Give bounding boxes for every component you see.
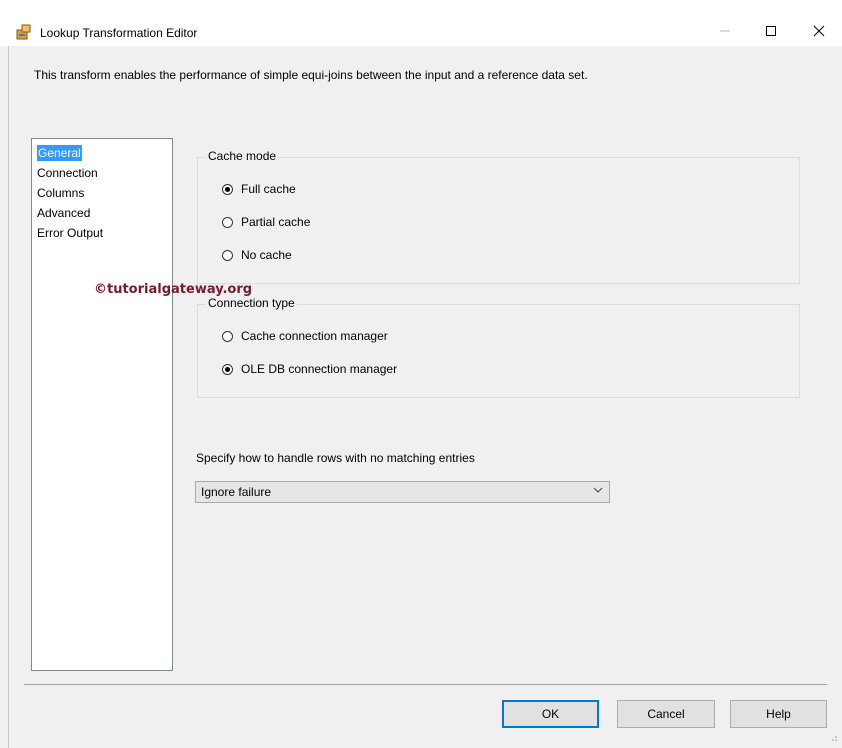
nav-item-error-output[interactable]: Error Output	[32, 223, 172, 243]
radio-button[interactable]	[222, 363, 233, 375]
radio-label: Cache connection manager	[241, 329, 388, 343]
no-match-label: Specify how to handle rows with no match…	[196, 451, 475, 465]
title-bar: Lookup Transformation Editor	[0, 0, 842, 46]
nav-item-label: General	[37, 145, 82, 161]
ok-button[interactable]: OK	[502, 700, 599, 728]
dropdown-value: Ignore failure	[201, 485, 272, 499]
description-text: This transform enables the performance o…	[34, 68, 588, 82]
radio-label: OLE DB connection manager	[241, 362, 398, 376]
nav-item-label: Advanced	[37, 206, 91, 220]
connection-type-label: Connection type	[206, 296, 297, 310]
radio-label: No cache	[241, 248, 292, 262]
close-icon	[813, 25, 825, 37]
connection-type-group: Connection type Cache connection manager…	[197, 296, 800, 398]
nav-item-columns[interactable]: Columns	[32, 183, 172, 203]
window-title: Lookup Transformation Editor	[40, 26, 198, 40]
radio-no-cache[interactable]: No cache	[222, 248, 292, 262]
cache-mode-group: Cache mode Full cache Partial cache No c…	[197, 149, 800, 284]
radio-label: Partial cache	[241, 215, 311, 229]
no-match-dropdown[interactable]: Ignore failure	[195, 481, 610, 503]
minimize-icon	[720, 30, 730, 32]
radio-button[interactable]	[222, 216, 233, 228]
radio-full-cache[interactable]: Full cache	[222, 182, 296, 196]
radio-partial-cache[interactable]: Partial cache	[222, 215, 310, 229]
cache-mode-label: Cache mode	[206, 149, 279, 163]
footer-separator	[24, 684, 827, 685]
radio-button[interactable]	[222, 183, 233, 195]
help-button[interactable]: Help	[730, 700, 827, 728]
nav-item-label: Connection	[37, 166, 98, 180]
maximize-icon	[766, 26, 776, 36]
radio-button[interactable]	[222, 330, 233, 342]
nav-item-connection[interactable]: Connection	[32, 163, 172, 183]
radio-ole-db-connection-manager[interactable]: OLE DB connection manager	[222, 362, 397, 376]
watermark-text: ©tutorialgateway.org	[94, 282, 253, 297]
close-button[interactable]	[796, 16, 842, 46]
nav-item-label: Columns	[37, 186, 85, 200]
chevron-down-icon[interactable]	[593, 485, 603, 498]
cancel-button[interactable]: Cancel	[617, 700, 715, 728]
nav-item-label: Error Output	[37, 226, 104, 240]
package-transform-icon	[16, 24, 31, 40]
radio-cache-connection-manager[interactable]: Cache connection manager	[222, 329, 388, 343]
minimize-button[interactable]	[702, 16, 748, 46]
window-left-border	[8, 46, 9, 748]
radio-label: Full cache	[241, 182, 296, 196]
resize-grip-icon[interactable]	[828, 732, 838, 744]
nav-item-advanced[interactable]: Advanced	[32, 203, 172, 223]
nav-item-general[interactable]: General	[32, 143, 172, 163]
page-nav-list[interactable]: General Connection Columns Advanced Erro…	[31, 138, 173, 671]
maximize-button[interactable]	[748, 16, 794, 46]
radio-button[interactable]	[222, 249, 233, 261]
